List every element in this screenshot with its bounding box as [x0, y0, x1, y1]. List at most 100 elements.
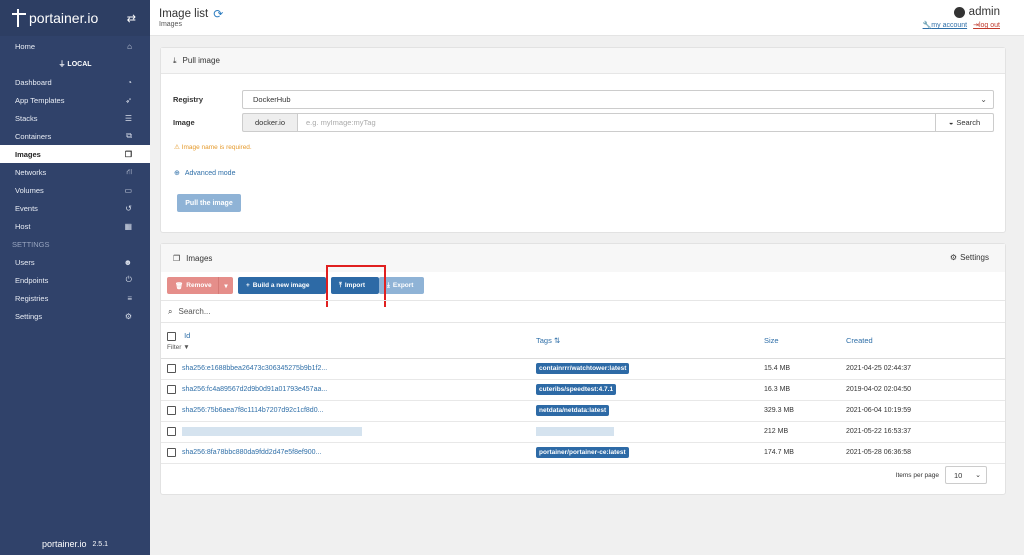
sidebar-item-label: Stacks [15, 113, 38, 123]
images-header: ❐ Images [161, 244, 1005, 272]
gear-icon: ⚙ [949, 253, 958, 262]
pull-image-button[interactable]: Pull the image [177, 194, 241, 212]
warning-icon: ⚠ [174, 144, 180, 151]
clone-icon: ❐ [173, 253, 181, 263]
panel-title: Pull image [182, 56, 220, 65]
image-tag-badge: netdata/netdata:latest [536, 405, 610, 416]
sidebar-item-networks[interactable]: Networks ⛙ [0, 163, 150, 181]
username: admin [968, 6, 1000, 18]
search-dockerhub-button[interactable]: ◒ Search [936, 113, 994, 132]
filter-control[interactable]: Filter ▼ [167, 344, 536, 351]
endpoint-local-label: ⏚ LOCAL [58, 60, 92, 69]
table-row: sha256:75b6aea7f8c1114b7207d92c1cf8d0...… [161, 400, 1005, 422]
sidebar-item-label: App Templates [15, 95, 65, 105]
column-size[interactable]: Size [764, 324, 846, 359]
chevron-down-icon: ⌄ [975, 472, 981, 479]
sidebar-item-host[interactable]: Host ▦ [0, 217, 150, 235]
table-settings-link[interactable]: ⚙ Settings [950, 253, 989, 262]
advanced-mode-link[interactable]: ⊕ Advanced mode [174, 169, 236, 178]
sidebar-item-label: Registries [15, 293, 49, 303]
database-icon: ≡ [127, 293, 132, 303]
row-checkbox[interactable] [167, 364, 176, 373]
page-title: Image list ⟳ [159, 7, 223, 21]
user-links: 🔧my account ⇥log out [923, 21, 1000, 29]
th-icon: ▦ [124, 221, 132, 231]
pull-image-panel: ⤓ Pull image Registry DockerHub ⌄ Image … [160, 47, 1006, 233]
sidebar-item-label: Endpoints [15, 275, 49, 285]
export-label: Export [392, 282, 414, 289]
log-out-label: log out [978, 22, 1000, 29]
column-tags[interactable]: Tags ⇅ [536, 324, 764, 359]
sidebar-item-registries[interactable]: Registries ≡ [0, 289, 150, 307]
select-all-checkbox[interactable] [167, 331, 176, 341]
image-id-link[interactable]: sha256:8fa78bbc880da9fdd2d47e5f8ef900... [182, 449, 321, 456]
registry-value: DockerHub [253, 95, 291, 104]
row-checkbox[interactable] [167, 427, 176, 436]
remove-dropdown-toggle[interactable]: ▾ [218, 277, 233, 294]
sidebar-item-label: Images [15, 149, 41, 159]
cogs-icon: ⚙ [124, 311, 132, 321]
items-per-page-select[interactable]: 10 ⌄ [945, 466, 987, 484]
globe-icon: ⊕ [174, 170, 180, 177]
sidebar-item-events[interactable]: Events ↺ [0, 199, 150, 217]
sidebar-item-label: Dashboard [15, 77, 52, 87]
my-account-label: my account [931, 22, 968, 29]
th-list-icon: ☰ [124, 113, 132, 123]
breadcrumb: Images [159, 21, 182, 28]
sidebar-item-app-templates[interactable]: App Templates ➶ [0, 91, 150, 109]
image-created: 2019-04-02 02:04:50 [846, 379, 1005, 401]
table-row: 212 MB 2021-05-22 16:53:37 [161, 421, 1005, 443]
advanced-mode-label: Advanced mode [184, 169, 236, 177]
image-id-link[interactable]: sha256:75b6aea7f8c1114b7207d92c1cf8d0... [182, 407, 323, 414]
plus-icon: + [246, 282, 250, 289]
sidebar-item-users[interactable]: Users ☻ [0, 253, 150, 271]
column-id-label[interactable]: Id [184, 331, 190, 340]
sidebar-item-label: Volumes [15, 185, 44, 195]
portainer-logo-icon [12, 9, 26, 27]
sidebar-item-home[interactable]: Home ⌂ [0, 37, 150, 55]
build-label: Build a new image [252, 282, 310, 289]
docker-whale-icon: ◒ [948, 118, 954, 127]
filter-label: Filter [167, 343, 182, 351]
log-out-link[interactable]: ⇥log out [973, 21, 1000, 29]
trash-icon: 🗑 [175, 282, 184, 290]
images-search-bar: ⌕ [161, 300, 1005, 323]
tachometer-icon: ◔ [127, 77, 132, 87]
sidebar-toggle-icon[interactable]: ⇄ [127, 12, 136, 25]
images-search-input[interactable] [178, 307, 479, 316]
chevron-down-icon: ⌄ [980, 95, 987, 104]
table-row: sha256:8fa78bbc880da9fdd2d47e5f8ef900...… [161, 442, 1005, 464]
image-id-link[interactable]: sha256:fc4a89567d2d9b0d91a01793e457aa... [182, 386, 327, 393]
search-button-label: Search [956, 118, 981, 127]
panel-title: Images [186, 253, 213, 263]
row-checkbox[interactable] [167, 406, 176, 415]
plug-icon: ⏻ [125, 275, 132, 284]
my-account-link[interactable]: 🔧my account [923, 21, 968, 29]
filter-icon: ▼ [183, 343, 190, 351]
column-created[interactable]: Created [846, 324, 1005, 359]
row-checkbox[interactable] [167, 448, 176, 457]
sidebar-item-volumes[interactable]: Volumes ▭ [0, 181, 150, 199]
column-id[interactable]: Id Filter ▼ [161, 324, 536, 359]
sidebar-item-dashboard[interactable]: Dashboard ◔ [0, 73, 150, 91]
sidebar-item-endpoints[interactable]: Endpoints ⏻ [0, 271, 150, 289]
build-image-button[interactable]: + Build a new image [238, 277, 326, 294]
pull-image-header: ⤓ Pull image [161, 48, 1005, 74]
refresh-icon[interactable]: ⟳ [213, 7, 223, 21]
sidebar-item-stacks[interactable]: Stacks ☰ [0, 109, 150, 127]
sidebar-item-label: Events [15, 203, 38, 213]
sidebar-item-settings[interactable]: Settings ⚙ [0, 307, 150, 325]
image-name-input[interactable] [297, 113, 936, 132]
history-icon: ↺ [125, 203, 132, 213]
sidebar-item-containers[interactable]: Containers ⧉ [0, 127, 150, 145]
image-id-link[interactable]: sha256:e1688bbea26473c306345275b9b1f2... [182, 365, 327, 372]
images-table: Id Filter ▼ Tags ⇅ Size Created sha256:e… [161, 324, 1005, 464]
remove-button[interactable]: 🗑 Remove [167, 277, 218, 294]
image-created: 2021-04-25 02:44:37 [846, 358, 1005, 380]
pagination-controls: Items per page 10 ⌄ [896, 466, 987, 484]
cubes-icon: ⧉ [126, 131, 132, 140]
sidebar-item-images[interactable]: Images ❐ [0, 145, 150, 163]
image-created: 2021-05-28 06:36:58 [846, 442, 1005, 464]
registry-select[interactable]: DockerHub ⌄ [242, 90, 994, 109]
row-checkbox[interactable] [167, 385, 176, 394]
